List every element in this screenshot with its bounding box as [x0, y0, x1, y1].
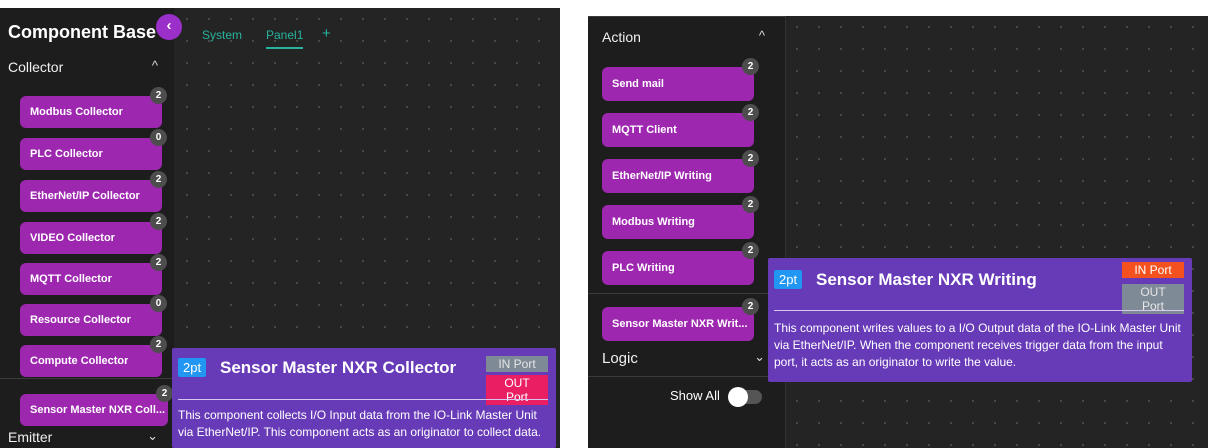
count-badge: 2: [150, 171, 167, 188]
action-section-label: Action: [602, 29, 641, 45]
component-compute-collector[interactable]: Compute Collector 2: [20, 336, 167, 377]
emitter-section-label: Emitter: [8, 429, 53, 445]
count-badge: 2: [742, 242, 759, 259]
right-canvas-panel[interactable]: Action ^ Send mail 2 MQTT Client 2 Ether…: [588, 16, 1208, 448]
sidebar-title: Component Base: [8, 22, 157, 42]
add-tab-icon[interactable]: +: [322, 25, 331, 42]
count-badge: 2: [150, 213, 167, 230]
toggle-knob: [728, 387, 748, 407]
count-badge: 2: [742, 196, 759, 213]
component-tooltip: 2pt Sensor Master NXR Writing IN Port OU…: [768, 258, 1192, 382]
tab-panel1[interactable]: Panel1: [266, 28, 304, 49]
tooltip-description: This component collects I/O Input data f…: [178, 408, 542, 439]
section-divider: [588, 16, 785, 17]
collector-section-label: Collector: [8, 59, 64, 75]
section-divider: [588, 376, 785, 377]
component-label: MQTT Client: [612, 124, 677, 136]
count-badge: 2: [150, 87, 167, 104]
show-all-toggle[interactable]: [728, 387, 762, 407]
component-mqtt-collector[interactable]: MQTT Collector 2: [20, 254, 167, 295]
component-label: MQTT Collector: [30, 273, 112, 285]
tab-system[interactable]: System: [202, 28, 242, 42]
count-badge: 2: [742, 298, 759, 315]
component-ethernet-ip-collector[interactable]: EtherNet/IP Collector 2: [20, 171, 167, 212]
emitter-section-header[interactable]: Emitter ⌄: [0, 422, 174, 448]
logic-section-label: Logic: [602, 350, 638, 367]
component-sensor-master-nxr-writing[interactable]: Sensor Master NXR Writ... 2: [602, 298, 759, 341]
component-label: Sensor Master NXR Coll...: [30, 404, 166, 416]
component-label: Send mail: [612, 78, 664, 90]
component-base-sidebar: Component Base Collector ^ Modbus Collec…: [0, 8, 174, 448]
count-badge: 0: [150, 129, 167, 146]
collector-section-header[interactable]: Collector ^: [0, 52, 174, 82]
point-badge: 2pt: [774, 270, 803, 289]
tooltip-title: Sensor Master NXR Collector: [220, 358, 457, 377]
component-label: EtherNet/IP Writing: [612, 170, 712, 182]
section-divider: [0, 378, 174, 379]
component-resource-collector[interactable]: Resource Collector 0: [20, 295, 167, 336]
component-mqtt-client[interactable]: MQTT Client 2: [602, 104, 759, 147]
count-badge: 0: [150, 295, 167, 312]
tooltip-divider: [774, 310, 1184, 311]
component-modbus-collector[interactable]: Modbus Collector 2: [20, 87, 167, 128]
count-badge: 2: [742, 150, 759, 167]
count-badge: 2: [150, 254, 167, 271]
action-section-header[interactable]: Action ^: [588, 22, 785, 52]
in-port-badge: IN Port: [1122, 262, 1184, 278]
component-plc-collector[interactable]: PLC Collector 0: [20, 129, 167, 170]
tooltip-description: This component writes values to a I/O Ou…: [774, 321, 1181, 369]
component-label: VIDEO Collector: [30, 232, 115, 244]
out-port-badge: OUT Port: [486, 375, 548, 405]
chevron-up-icon: ^: [151, 58, 158, 73]
count-badge: 2: [150, 336, 167, 353]
collapse-sidebar-button[interactable]: ‹: [156, 14, 182, 40]
chevron-up-icon: ^: [758, 28, 765, 43]
component-sidebar: Action ^ Send mail 2 MQTT Client 2 Ether…: [588, 16, 786, 448]
component-label: Resource Collector: [30, 314, 131, 326]
count-badge: 2: [742, 104, 759, 121]
count-badge: 2: [156, 385, 173, 402]
component-send-mail[interactable]: Send mail 2: [602, 58, 759, 101]
component-modbus-writing[interactable]: Modbus Writing 2: [602, 196, 759, 239]
left-canvas-panel[interactable]: Component Base Collector ^ Modbus Collec…: [0, 8, 560, 448]
component-label: PLC Collector: [30, 148, 103, 160]
component-label: Sensor Master NXR Writ...: [612, 318, 748, 330]
show-all-label: Show All: [670, 388, 720, 403]
component-label: Compute Collector: [30, 355, 129, 367]
component-video-collector[interactable]: VIDEO Collector 2: [20, 213, 167, 254]
component-label: PLC Writing: [612, 262, 675, 274]
in-port-badge: IN Port: [486, 356, 548, 372]
section-divider: [588, 293, 785, 294]
chevron-down-icon: ⌄: [754, 349, 765, 364]
component-label: EtherNet/IP Collector: [30, 190, 140, 202]
logic-section-header[interactable]: Logic ⌄: [588, 343, 785, 373]
chevron-down-icon: ⌄: [147, 428, 158, 443]
component-label: Modbus Collector: [30, 106, 123, 118]
tooltip-divider: [178, 399, 548, 400]
tooltip-title: Sensor Master NXR Writing: [816, 270, 1037, 289]
point-badge: 2pt: [178, 358, 207, 377]
component-plc-writing[interactable]: PLC Writing 2: [602, 242, 759, 285]
component-tooltip: 2pt Sensor Master NXR Collector IN Port …: [172, 348, 556, 448]
count-badge: 2: [742, 58, 759, 75]
component-label: Modbus Writing: [612, 216, 695, 228]
component-ethernet-ip-writing[interactable]: EtherNet/IP Writing 2: [602, 150, 759, 193]
